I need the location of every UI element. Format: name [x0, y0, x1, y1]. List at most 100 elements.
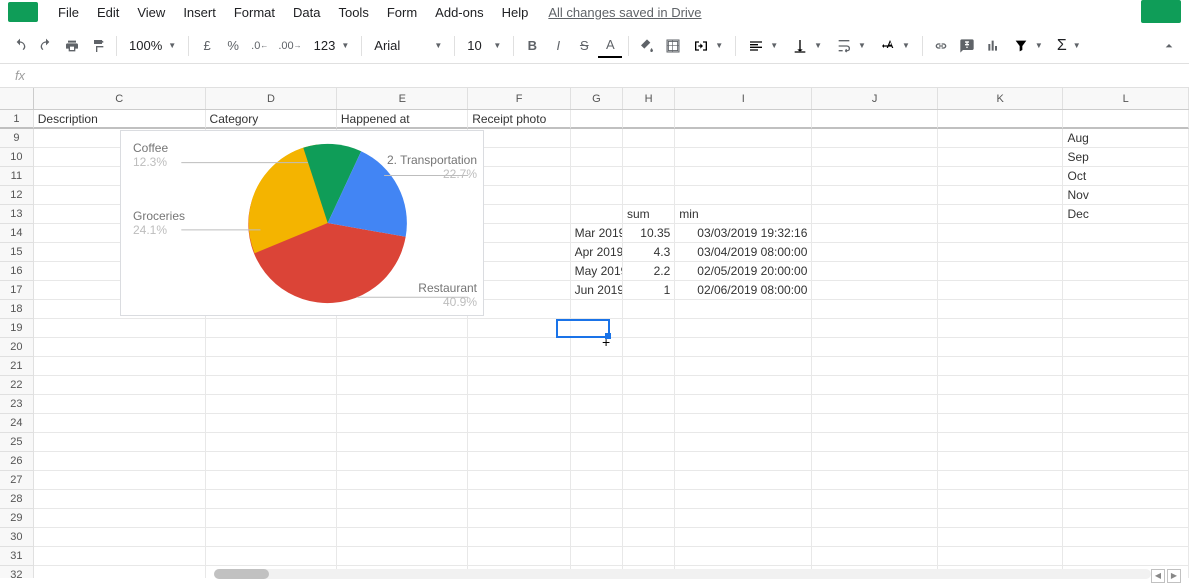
cell[interactable] — [675, 509, 812, 528]
column-header-I[interactable]: I — [675, 88, 812, 109]
cell[interactable] — [468, 509, 570, 528]
strikethrough-button[interactable]: S — [572, 34, 596, 58]
cell[interactable] — [623, 338, 675, 357]
print-icon[interactable] — [60, 34, 84, 58]
row-header[interactable]: 15 — [0, 243, 34, 262]
sheet-prev-icon[interactable]: ◀ — [1151, 569, 1165, 583]
row-header[interactable]: 13 — [0, 205, 34, 224]
menu-data[interactable]: Data — [285, 3, 328, 22]
cell[interactable] — [938, 243, 1064, 262]
cell[interactable]: Jun 2019 — [571, 281, 623, 300]
cell[interactable] — [675, 433, 812, 452]
cell[interactable]: Receipt photo — [468, 110, 570, 129]
cell[interactable] — [571, 300, 623, 319]
cell[interactable] — [812, 281, 938, 300]
cell[interactable] — [623, 528, 675, 547]
column-header-J[interactable]: J — [812, 88, 938, 109]
cell[interactable] — [675, 357, 812, 376]
cell[interactable] — [623, 414, 675, 433]
cell[interactable] — [938, 471, 1064, 490]
cell[interactable]: Mar 2019 — [571, 224, 623, 243]
cell[interactable] — [938, 376, 1064, 395]
row-header[interactable]: 23 — [0, 395, 34, 414]
row-header[interactable]: 29 — [0, 509, 34, 528]
row-header[interactable]: 17 — [0, 281, 34, 300]
cell[interactable]: 2.2 — [623, 262, 675, 281]
row-header[interactable]: 27 — [0, 471, 34, 490]
cell[interactable] — [812, 357, 938, 376]
cell[interactable] — [1063, 509, 1189, 528]
column-header-D[interactable]: D — [206, 88, 337, 109]
cell[interactable]: 03/03/2019 19:32:16 — [675, 224, 812, 243]
cell[interactable] — [812, 452, 938, 471]
cell[interactable] — [571, 205, 623, 224]
cell[interactable] — [623, 433, 675, 452]
cell[interactable] — [1063, 281, 1189, 300]
cell[interactable] — [468, 471, 570, 490]
cell[interactable] — [206, 376, 337, 395]
cell[interactable] — [623, 319, 675, 338]
filter-icon[interactable]: ▼ — [1007, 34, 1049, 58]
cell[interactable]: 10.35 — [623, 224, 675, 243]
cell[interactable] — [938, 547, 1064, 566]
column-header-G[interactable]: G — [571, 88, 623, 109]
cell[interactable] — [1063, 224, 1189, 243]
cell[interactable] — [337, 528, 468, 547]
row-header[interactable]: 21 — [0, 357, 34, 376]
menu-form[interactable]: Form — [379, 3, 425, 22]
cell[interactable] — [623, 167, 675, 186]
cell[interactable] — [34, 414, 206, 433]
cell[interactable] — [675, 129, 812, 148]
cell[interactable] — [938, 262, 1064, 281]
cell[interactable] — [571, 433, 623, 452]
cell[interactable] — [337, 414, 468, 433]
row-header[interactable]: 18 — [0, 300, 34, 319]
cell[interactable] — [1063, 262, 1189, 281]
row-header[interactable]: 10 — [0, 148, 34, 167]
cell[interactable] — [1063, 490, 1189, 509]
cell[interactable] — [623, 186, 675, 205]
menu-tools[interactable]: Tools — [330, 3, 376, 22]
cell[interactable] — [938, 167, 1064, 186]
formula-input[interactable] — [40, 64, 1189, 87]
cell[interactable] — [938, 509, 1064, 528]
row-header[interactable]: 32 — [0, 566, 34, 578]
cell[interactable] — [571, 528, 623, 547]
cell[interactable] — [812, 319, 938, 338]
column-header-H[interactable]: H — [623, 88, 675, 109]
cell[interactable] — [571, 186, 623, 205]
cell[interactable] — [675, 186, 812, 205]
cell[interactable] — [468, 338, 570, 357]
format-percent-button[interactable]: % — [221, 34, 245, 58]
cell[interactable]: Category — [206, 110, 337, 129]
cell[interactable] — [337, 433, 468, 452]
cell[interactable] — [571, 490, 623, 509]
cell[interactable] — [206, 414, 337, 433]
cell[interactable] — [206, 319, 337, 338]
cell[interactable] — [812, 129, 938, 148]
cell[interactable] — [34, 319, 206, 338]
column-header-F[interactable]: F — [468, 88, 570, 109]
bold-button[interactable]: B — [520, 34, 544, 58]
cell[interactable] — [34, 452, 206, 471]
cell[interactable] — [675, 319, 812, 338]
cell[interactable] — [675, 471, 812, 490]
cell[interactable] — [206, 471, 337, 490]
cell[interactable] — [571, 395, 623, 414]
column-header-L[interactable]: L — [1063, 88, 1189, 109]
cell[interactable] — [34, 528, 206, 547]
more-formats-dropdown[interactable]: 123▼ — [308, 34, 356, 58]
cell[interactable] — [812, 471, 938, 490]
cell[interactable]: May 2019 — [571, 262, 623, 281]
cell[interactable] — [468, 452, 570, 471]
cell[interactable] — [1063, 471, 1189, 490]
cell[interactable]: 03/04/2019 08:00:00 — [675, 243, 812, 262]
cell[interactable] — [938, 319, 1064, 338]
cell[interactable] — [468, 547, 570, 566]
cell[interactable] — [468, 528, 570, 547]
cell[interactable] — [623, 547, 675, 566]
cell[interactable] — [571, 148, 623, 167]
cell[interactable] — [812, 167, 938, 186]
cell[interactable] — [812, 433, 938, 452]
zoom-dropdown[interactable]: 100%▼ — [123, 34, 182, 58]
